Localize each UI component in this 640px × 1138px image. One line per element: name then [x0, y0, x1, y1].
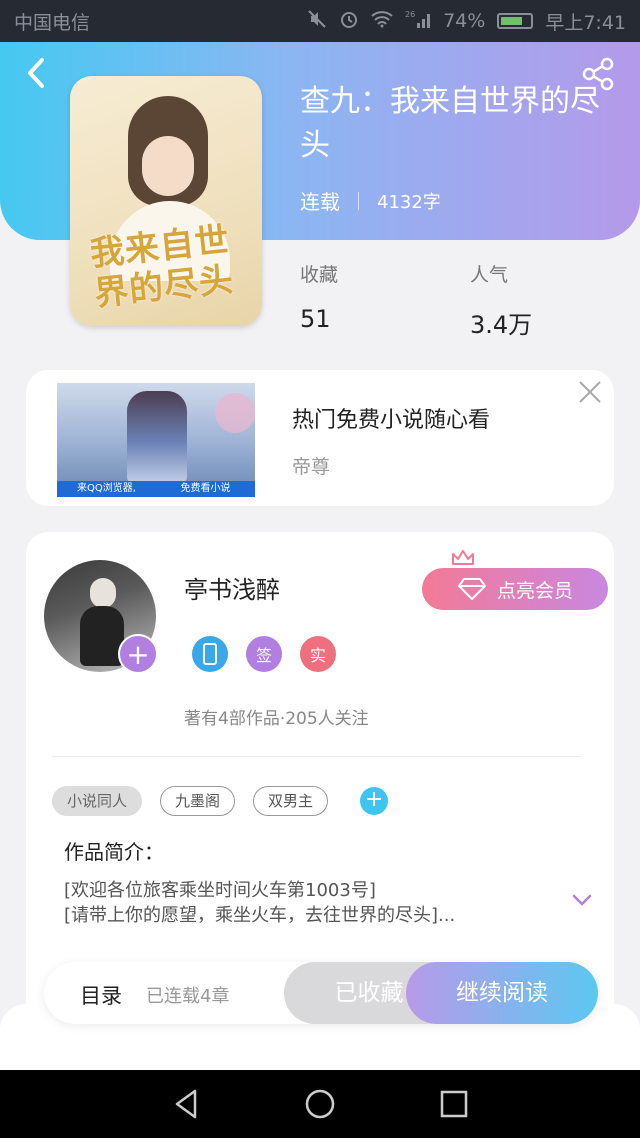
- book-status: 连载: [300, 190, 340, 214]
- author-name: 亭书浅醉: [184, 576, 280, 604]
- ad-image: 来QQ浏览器, 免费看小说: [57, 383, 255, 497]
- chapter-count: 已连载4章: [146, 986, 230, 1007]
- ad-strip-right: 免费看小说: [180, 483, 231, 494]
- battery-percent: 74%: [443, 10, 486, 32]
- toc-button[interactable]: 目录: [80, 980, 122, 1010]
- author-badges: 签 实: [192, 636, 336, 672]
- ad-figure: [127, 391, 187, 483]
- cover-face: [142, 136, 194, 196]
- ad-close-button[interactable]: [576, 378, 604, 406]
- tag-list: 小说同人 九墨阁 双男主 +: [52, 786, 389, 816]
- mute-icon: [307, 9, 327, 34]
- badge-phone-icon: [192, 636, 228, 672]
- recents-nav-icon[interactable]: [439, 1089, 469, 1119]
- wifi-icon: [371, 10, 393, 33]
- alarm-icon: [339, 9, 359, 34]
- book-title: 查九：我来自世界的尽头: [300, 84, 600, 163]
- popularity-value: 3.4万: [470, 311, 533, 339]
- tag-item[interactable]: 九墨阁: [160, 786, 236, 816]
- intro-heading: 作品简介：: [64, 840, 164, 864]
- intro-line-2: [请带上你的愿望，乘坐火车，去往世界的尽头]...: [64, 905, 456, 926]
- chevron-down-icon: [572, 894, 592, 906]
- book-meta: 连载 4132字: [300, 186, 441, 215]
- badge-real: 实: [300, 636, 336, 672]
- home-nav-icon[interactable]: [303, 1087, 337, 1121]
- favorites-stat: 收藏 51: [300, 260, 338, 333]
- meta-divider: [358, 191, 359, 210]
- crown-icon: [452, 550, 474, 565]
- intro-line-1: [欢迎各位旅客乘坐时间火车第1003号]: [64, 880, 376, 901]
- ad-blossom: [215, 393, 255, 433]
- avatar-head: [90, 578, 116, 608]
- close-icon: [579, 381, 601, 403]
- svg-text:26: 26: [405, 10, 415, 19]
- cell-signal-icon: 26: [405, 9, 431, 34]
- carrier-name: 中国电信: [14, 11, 91, 34]
- follow-button[interactable]: +: [118, 634, 158, 674]
- word-count: 4132字: [377, 191, 441, 213]
- chevron-left-icon: [28, 58, 44, 88]
- status-bar: 中国电信 26 74% 早上7:41: [0, 0, 640, 42]
- vip-button[interactable]: 点亮会员: [422, 568, 608, 610]
- tag-item[interactable]: 双男主: [253, 786, 329, 816]
- ad-strip: 来QQ浏览器, 免费看小说: [57, 481, 255, 497]
- continue-reading-button[interactable]: 继续阅读: [406, 962, 598, 1024]
- ad-subtitle: 帝尊: [292, 456, 331, 478]
- popularity-stat: 人气 3.4万: [470, 260, 532, 340]
- ad-title: 热门免费小说随心看: [292, 408, 491, 433]
- diamond-icon: [457, 578, 486, 600]
- vip-label: 点亮会员: [496, 579, 573, 602]
- battery-icon: [497, 13, 534, 29]
- cover-title: 我来自世界的尽头: [88, 219, 236, 315]
- favorites-value: 51: [300, 305, 331, 333]
- clock: 早上7:41: [545, 11, 626, 34]
- expand-intro-button[interactable]: [570, 892, 594, 908]
- back-nav-icon[interactable]: [171, 1087, 201, 1121]
- divider: [52, 756, 582, 757]
- popularity-label: 人气: [470, 264, 509, 286]
- tag-item[interactable]: 小说同人: [52, 786, 143, 816]
- ad-strip-left: 来QQ浏览器,: [77, 483, 136, 494]
- favorites-label: 收藏: [300, 264, 339, 286]
- badge-sign: 签: [246, 636, 282, 672]
- system-nav-bar: [0, 1070, 640, 1138]
- intro-text: [欢迎各位旅客乘坐时间火车第1003号] [请带上你的愿望，乘坐火车，去往世界的…: [64, 878, 534, 928]
- ad-card[interactable]: 来QQ浏览器, 免费看小说 热门免费小说随心看 帝尊: [26, 370, 614, 506]
- book-cover[interactable]: 我来自世界的尽头: [70, 76, 262, 326]
- back-button[interactable]: [22, 56, 52, 90]
- author-stats: 著有4部作品·205人关注: [184, 709, 369, 729]
- action-bar: 目录 已连载4章 已收藏 继续阅读: [44, 962, 598, 1024]
- add-tag-button[interactable]: +: [360, 787, 389, 815]
